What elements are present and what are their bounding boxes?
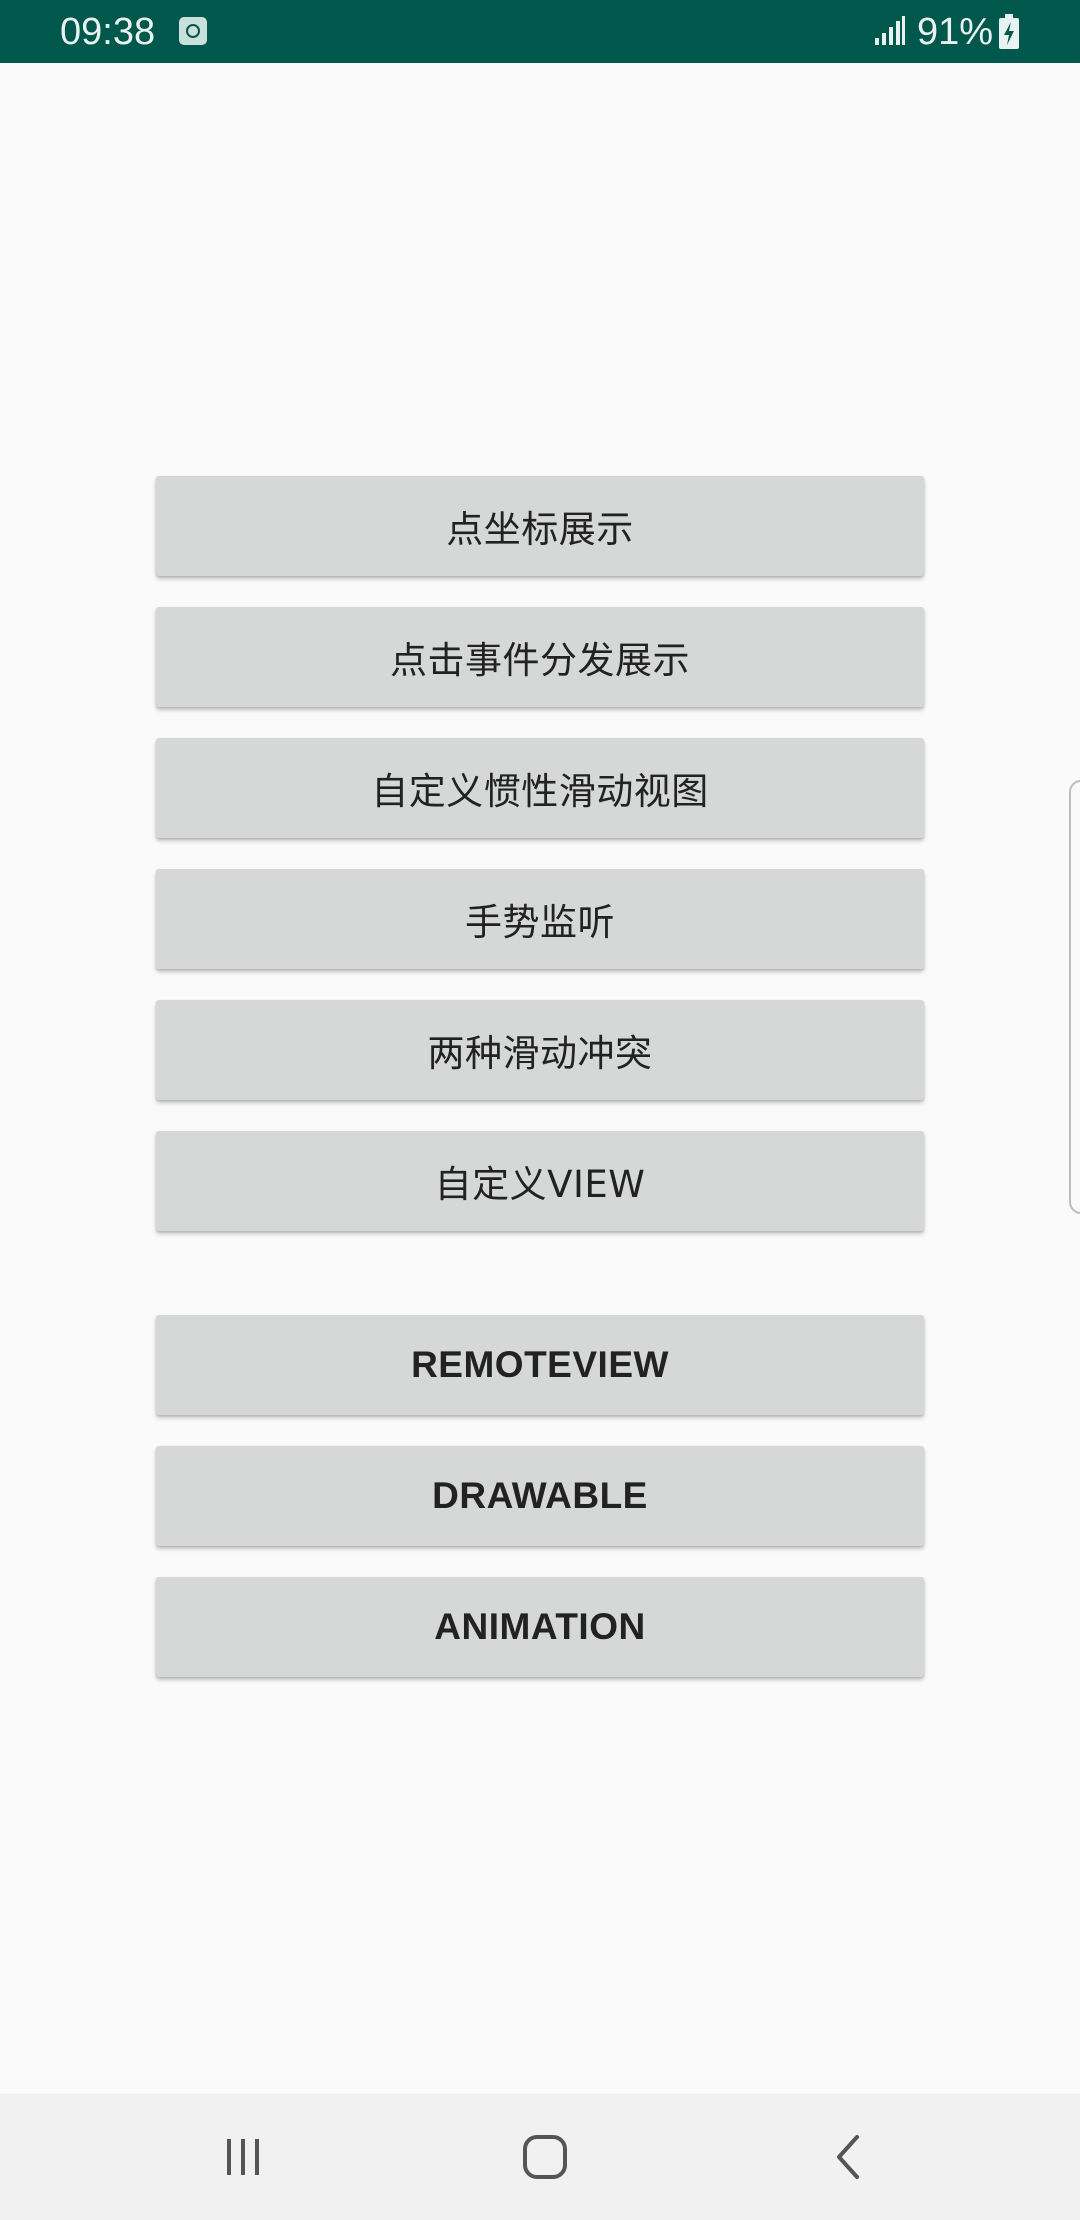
app-notification-icon — [179, 17, 207, 45]
battery-charging-icon — [999, 14, 1019, 49]
animation-button[interactable]: ANIMATION — [156, 1577, 924, 1677]
recent-apps-button[interactable] — [198, 2112, 288, 2202]
status-time: 09:38 — [60, 11, 156, 53]
edge-panel-handle[interactable] — [1069, 780, 1080, 1214]
recent-apps-icon — [227, 2139, 259, 2175]
scroll-conflict-button[interactable]: 两种滑动冲突 — [156, 1000, 924, 1100]
point-coordinate-button[interactable]: 点坐标展示 — [156, 476, 924, 576]
home-icon — [523, 2135, 567, 2179]
click-event-dispatch-button[interactable]: 点击事件分发展示 — [156, 607, 924, 707]
battery-percent: 91% — [917, 11, 994, 53]
back-button[interactable] — [803, 2112, 893, 2202]
status-bar: 09:38 91% — [0, 0, 1080, 63]
custom-view-button[interactable]: 自定义VIEW — [156, 1131, 924, 1231]
app-screen: 09:38 91% 点坐标展示 点击事件分发展示 自定义惯性滑动视图 手势监听 … — [0, 0, 1080, 2220]
back-icon — [837, 2135, 859, 2179]
home-button[interactable] — [500, 2112, 590, 2202]
signal-icon — [875, 16, 905, 45]
navigation-bar — [0, 2094, 1080, 2220]
custom-inertia-scroll-view-button[interactable]: 自定义惯性滑动视图 — [156, 738, 924, 838]
drawable-button[interactable]: DRAWABLE — [156, 1446, 924, 1546]
gesture-listener-button[interactable]: 手势监听 — [156, 869, 924, 969]
remoteview-button[interactable]: REMOTEVIEW — [156, 1315, 924, 1415]
